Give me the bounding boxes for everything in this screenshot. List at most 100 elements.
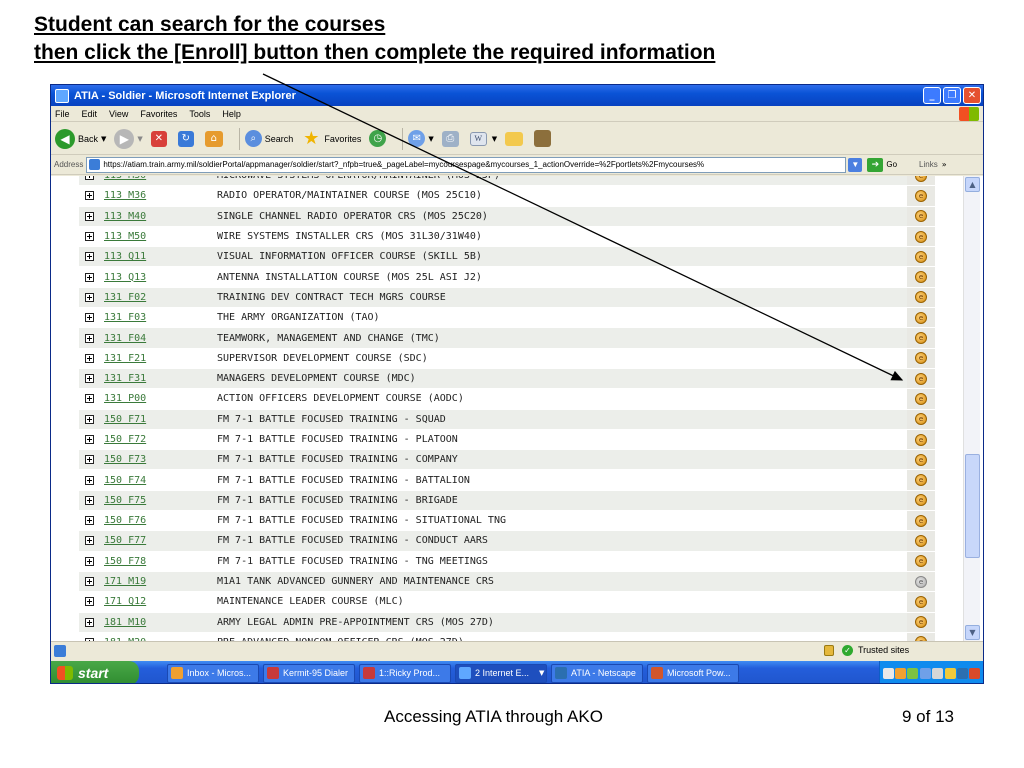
- scrollbar-thumb[interactable]: [965, 454, 980, 558]
- menu-view[interactable]: View: [109, 109, 128, 119]
- task-internet-explorer[interactable]: 2 Internet E... ▼: [455, 663, 547, 683]
- expand-plus-icon[interactable]: [85, 211, 94, 221]
- expand-plus-icon[interactable]: [85, 374, 94, 384]
- course-code-link[interactable]: 113 Q13: [104, 272, 217, 283]
- enroll-button[interactable]: e: [915, 230, 927, 243]
- close-button[interactable]: ✕: [963, 87, 981, 104]
- address-field[interactable]: https://atiam.train.army.mil/soldierPort…: [86, 156, 847, 173]
- task-powerpoint[interactable]: Microsoft Pow...: [647, 663, 739, 683]
- menu-file[interactable]: File: [55, 109, 70, 119]
- expand-plus-icon[interactable]: [85, 313, 94, 323]
- expand-plus-icon[interactable]: [85, 475, 94, 485]
- course-code-link[interactable]: 150 F76: [104, 515, 217, 526]
- task-inbox[interactable]: Inbox - Micros...: [167, 663, 259, 683]
- task-netscape[interactable]: ATIA - Netscape: [551, 663, 643, 683]
- enroll-button[interactable]: e: [915, 392, 927, 405]
- course-code-link[interactable]: 113 M36: [104, 190, 217, 201]
- tray-icon[interactable]: [895, 667, 907, 679]
- stop-button[interactable]: ✕: [150, 130, 170, 147]
- menu-help[interactable]: Help: [222, 109, 241, 119]
- expand-plus-icon[interactable]: [85, 272, 94, 282]
- enroll-button[interactable]: e: [915, 250, 927, 263]
- course-code-link[interactable]: 171 M19: [104, 576, 217, 587]
- task-kermit[interactable]: Kermit-95 Dialer: [263, 663, 355, 683]
- maximize-button[interactable]: ❐: [943, 87, 961, 104]
- course-code-link[interactable]: 131 F04: [104, 333, 217, 344]
- enroll-button[interactable]: e: [915, 494, 927, 507]
- expand-plus-icon[interactable]: [85, 536, 94, 546]
- favorites-button[interactable]: ★ Favorites: [301, 128, 361, 149]
- enroll-button[interactable]: e: [915, 433, 927, 446]
- enroll-button[interactable]: e: [915, 616, 927, 629]
- expand-plus-icon[interactable]: [85, 556, 94, 566]
- task-ricky[interactable]: 1::Ricky Prod...: [359, 663, 451, 683]
- links-chevron-icon[interactable]: »: [942, 160, 947, 169]
- back-dropdown-icon[interactable]: ▼: [101, 135, 106, 143]
- mail-dropdown-icon[interactable]: ▼: [428, 135, 433, 143]
- mail-button[interactable]: ✉ ▼: [408, 130, 434, 147]
- window-titlebar[interactable]: ATIA - Soldier - Microsoft Internet Expl…: [51, 85, 983, 106]
- course-code-link[interactable]: 150 F71: [104, 414, 217, 425]
- expand-plus-icon[interactable]: [85, 176, 94, 181]
- expand-plus-icon[interactable]: [85, 252, 94, 262]
- home-button[interactable]: ⌂: [204, 130, 226, 147]
- tray-icon[interactable]: [932, 667, 944, 679]
- course-code-link[interactable]: 113 M30: [104, 176, 217, 181]
- tray-icon[interactable]: [969, 667, 981, 679]
- enroll-button[interactable]: e: [915, 453, 927, 466]
- enroll-button[interactable]: e: [915, 311, 927, 324]
- start-button[interactable]: start: [51, 661, 139, 683]
- enroll-button[interactable]: e: [915, 176, 927, 182]
- course-code-link[interactable]: 150 F72: [104, 434, 217, 445]
- enroll-button[interactable]: e: [915, 534, 927, 547]
- expand-plus-icon[interactable]: [85, 617, 94, 627]
- expand-plus-icon[interactable]: [85, 597, 94, 607]
- enroll-button[interactable]: e: [915, 595, 927, 608]
- expand-plus-icon[interactable]: [85, 353, 94, 363]
- course-code-link[interactable]: 113 M40: [104, 211, 217, 222]
- back-button[interactable]: ◀ Back ▼: [55, 128, 106, 149]
- scroll-down-icon[interactable]: ▼: [965, 625, 980, 640]
- menu-favorites[interactable]: Favorites: [140, 109, 177, 119]
- expand-plus-icon[interactable]: [85, 394, 94, 404]
- tray-icon[interactable]: [919, 667, 931, 679]
- forward-button[interactable]: ▶ ▼: [114, 128, 143, 149]
- vertical-scrollbar[interactable]: ▲ ▼: [963, 176, 980, 641]
- course-code-link[interactable]: 150 F74: [104, 475, 217, 486]
- forward-dropdown-icon[interactable]: ▼: [137, 135, 142, 143]
- expand-plus-icon[interactable]: [85, 191, 94, 201]
- folder-button[interactable]: [505, 131, 526, 146]
- enroll-button[interactable]: e: [915, 210, 927, 223]
- menu-tools[interactable]: Tools: [189, 109, 210, 119]
- enroll-button[interactable]: e: [915, 291, 927, 304]
- expand-plus-icon[interactable]: [85, 495, 94, 505]
- go-button[interactable]: ➔ Go: [867, 157, 897, 172]
- course-code-link[interactable]: 171 Q12: [104, 596, 217, 607]
- tray-icon[interactable]: [907, 667, 919, 679]
- course-code-link[interactable]: 131 F21: [104, 353, 217, 364]
- course-code-link[interactable]: 113 M50: [104, 231, 217, 242]
- course-code-link[interactable]: 113 Q11: [104, 251, 217, 262]
- expand-plus-icon[interactable]: [85, 577, 94, 587]
- tray-icon[interactable]: [956, 667, 968, 679]
- enroll-button[interactable]: e: [915, 413, 927, 426]
- course-code-link[interactable]: 181 M10: [104, 617, 217, 628]
- print-button[interactable]: ⎙: [441, 130, 462, 147]
- expand-plus-icon[interactable]: [85, 455, 94, 465]
- search-button[interactable]: ⌕ Search: [244, 130, 293, 147]
- expand-plus-icon[interactable]: [85, 333, 94, 343]
- edit-dropdown-icon[interactable]: ▼: [492, 135, 497, 143]
- tray-icon[interactable]: [944, 667, 956, 679]
- enroll-button[interactable]: e: [915, 474, 927, 487]
- course-code-link[interactable]: 131 F02: [104, 292, 217, 303]
- course-code-link[interactable]: 150 F73: [104, 454, 217, 465]
- enroll-button[interactable]: e: [915, 352, 927, 365]
- refresh-button[interactable]: ↻: [177, 130, 197, 147]
- history-button[interactable]: ◷: [369, 130, 389, 147]
- expand-plus-icon[interactable]: [85, 232, 94, 242]
- expand-plus-icon[interactable]: [85, 414, 94, 424]
- course-code-link[interactable]: 150 F77: [104, 535, 217, 546]
- minimize-button[interactable]: _: [923, 87, 941, 104]
- address-url[interactable]: https://atiam.train.army.mil/soldierPort…: [103, 160, 704, 169]
- messenger-button[interactable]: [534, 130, 554, 147]
